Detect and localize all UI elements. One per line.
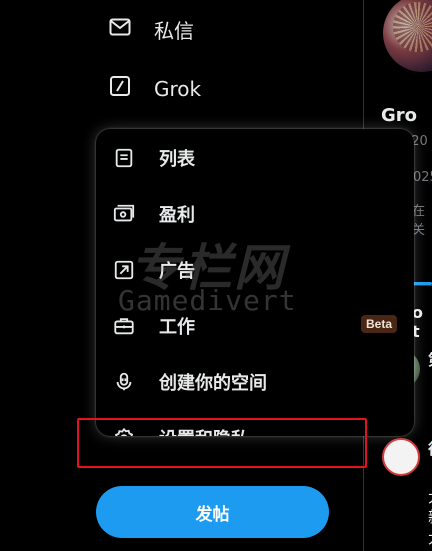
monetization-icon xyxy=(113,203,135,225)
post-author: 第 xyxy=(428,349,432,370)
menu-item-ads[interactable]: 广告 xyxy=(96,242,414,298)
gear-icon xyxy=(113,427,135,436)
menu-item-label: 盈利 xyxy=(159,205,195,226)
menu-item-lists[interactable]: 列表 xyxy=(96,130,414,186)
post-text: 新 xyxy=(428,506,432,527)
post-button[interactable]: 发帖 xyxy=(96,486,329,538)
menu-item-label: 工作 xyxy=(159,317,195,338)
grok-icon xyxy=(108,74,132,103)
sidebar-item-messages[interactable]: 私信 xyxy=(108,15,194,44)
menu-item-jobs[interactable]: 工作 Beta xyxy=(96,298,414,354)
menu-item-create-space[interactable]: 创建你的空间 xyxy=(96,354,414,410)
post-text: 大 xyxy=(428,527,432,548)
menu-item-label: 列表 xyxy=(159,149,195,170)
more-menu: 列表 盈利 广告 工作 Beta 创建你的空间 xyxy=(96,129,414,436)
menu-item-label: 广告 xyxy=(159,261,195,282)
ads-icon xyxy=(113,259,135,281)
menu-item-label: 创建你的空间 xyxy=(159,373,267,394)
spaces-mic-icon xyxy=(113,371,135,393)
post-avatar[interactable] xyxy=(382,438,420,476)
profile-location: 在关 xyxy=(412,204,426,238)
post-text: 大 xyxy=(428,486,432,507)
beta-badge: Beta xyxy=(361,315,398,333)
sidebar-item-label: 私信 xyxy=(154,19,194,43)
mail-icon xyxy=(108,15,132,44)
briefcase-icon xyxy=(113,315,135,337)
sidebar-item-grok[interactable]: Grok xyxy=(108,74,201,103)
profile-avatar[interactable] xyxy=(383,0,432,72)
app-screen: 私信 Grok Gro b20 025 在关 子 o t 第 征 大 新 大 xyxy=(0,0,432,551)
menu-item-settings-privacy[interactable]: 设置和隐私 xyxy=(96,410,414,436)
sidebar-item-label: Grok xyxy=(154,76,202,101)
profile-name: Gro xyxy=(381,105,418,126)
list-icon xyxy=(113,147,135,169)
profile-join-date: 025 xyxy=(413,170,432,185)
menu-item-monetization[interactable]: 盈利 xyxy=(96,186,414,242)
menu-item-label: 设置和隐私 xyxy=(159,425,249,436)
section-heading: o t xyxy=(412,303,423,341)
post-author: 征 xyxy=(428,438,432,459)
